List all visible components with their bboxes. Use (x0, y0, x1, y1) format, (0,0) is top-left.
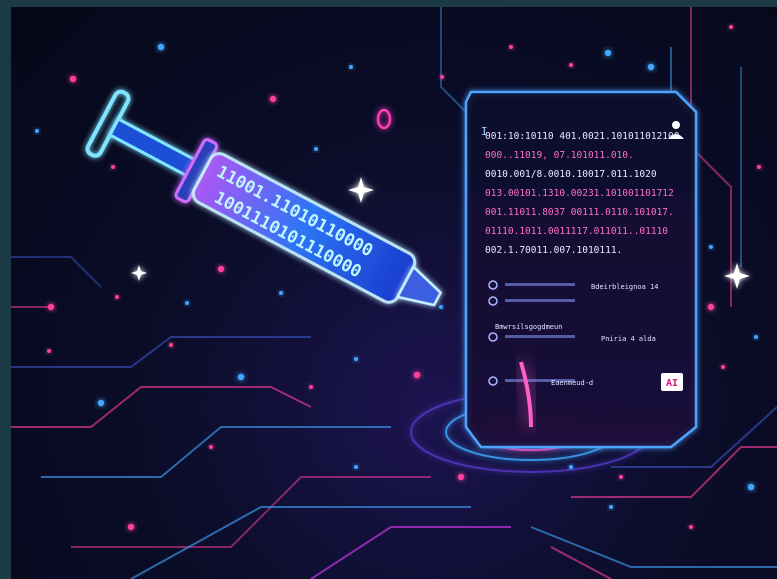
particle-dot (309, 385, 313, 389)
particle-dot (349, 65, 353, 69)
particle-dot (97, 399, 105, 407)
data-panel: I 001:10:10110 401.0021.101011012100000.… (464, 90, 698, 449)
row-bar (505, 335, 575, 338)
particle-dot (35, 129, 39, 133)
particle-dot (457, 473, 465, 481)
code-line: 000..11019, 07.101011.010. (485, 150, 634, 161)
particle-dot (619, 475, 623, 479)
particle-dot (609, 505, 613, 509)
particle-dot (354, 465, 358, 469)
particle-dot (721, 365, 725, 369)
cyber-syringe-illustration: I 001:10:10110 401.0021.101011012100 000.… (11, 7, 777, 579)
particle-dot (115, 295, 119, 299)
row-bar (505, 299, 575, 302)
particle-dot (314, 147, 318, 151)
row-label: Pniria 4 alda (601, 335, 656, 343)
row-label: Bmwrsilsgogdmeun (495, 323, 562, 331)
particle-dot (747, 483, 755, 491)
row-bar (505, 283, 575, 286)
plunger-rod (107, 117, 200, 180)
particle-dot (185, 301, 189, 305)
particle-dot (237, 373, 245, 381)
particle-dot (440, 75, 444, 79)
row-label: Bdeirbleignoa 14 (591, 283, 658, 291)
ring-icon (376, 108, 392, 130)
particle-dot (707, 303, 715, 311)
particle-dot (354, 357, 358, 361)
particle-dot (69, 75, 77, 83)
code-line: 002.1.70011.007.1010111. (485, 245, 622, 256)
particle-dot (127, 523, 135, 531)
particle-dot (754, 335, 758, 339)
particle-dot (169, 343, 173, 347)
particle-dot (709, 245, 713, 249)
image-frame: I 001:10:10110 401.0021.101011012100 000.… (0, 0, 777, 579)
particle-dot (47, 303, 55, 311)
code-line: 01110.1011.0011117.011011..01110 (485, 226, 668, 237)
particle-dot (569, 63, 573, 67)
illustration-canvas: I 001:10:10110 401.0021.101011012100000.… (11, 7, 777, 579)
particle-dot (647, 63, 655, 71)
panel-corner-badge: AI (661, 373, 683, 391)
code-line: 001.11011.8037 00111.0110.101017. (485, 207, 674, 218)
svg-text:AI: AI (666, 378, 678, 389)
code-line: 0010.001/8.0010.10017.011.1020 (485, 169, 657, 180)
particle-dot (217, 265, 225, 273)
code-line: 013.00101.1310.00231.101001101712 (485, 188, 674, 199)
particle-dot (604, 49, 612, 57)
particle-dot (157, 43, 165, 51)
particle-dot (279, 291, 283, 295)
particle-dot (269, 95, 277, 103)
particle-dot (569, 465, 573, 469)
particle-dot (439, 305, 443, 309)
particle-dot (209, 445, 213, 449)
code-line: 001:10:10110 401.0021.101011012100 (485, 131, 680, 142)
particle-dot (413, 371, 421, 379)
particle-dot (729, 25, 733, 29)
particle-dot (111, 165, 115, 169)
particle-dot (509, 45, 513, 49)
particle-dot (757, 165, 761, 169)
particle-dot (689, 525, 693, 529)
particle-dot (47, 349, 51, 353)
row-label: Eaenmeud-d (551, 379, 593, 387)
